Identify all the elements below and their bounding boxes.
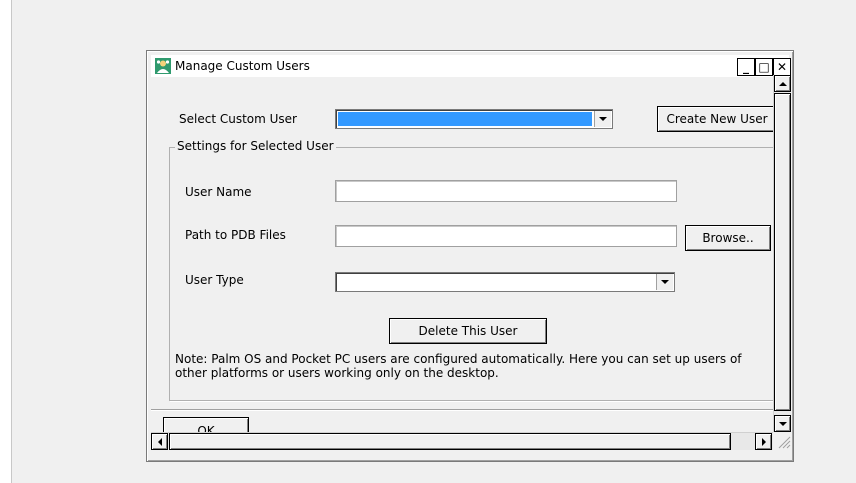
manage-custom-users-window: Manage Custom Users _ □ ✕ Select Custom … [146,50,794,462]
chevron-down-icon[interactable] [656,274,673,290]
delete-this-user-button[interactable]: Delete This User [389,318,547,344]
create-new-user-button[interactable]: Create New User [657,106,777,132]
browse-button[interactable]: Browse.. [685,225,771,251]
title-bar[interactable]: Manage Custom Users _ □ ✕ [151,55,791,77]
horizontal-scrollbar[interactable] [151,432,773,450]
user-name-label: User Name [185,185,252,199]
path-to-pdb-input[interactable] [335,225,677,247]
size-grip-icon[interactable] [775,433,791,449]
select-custom-user-label: Select Custom User [179,112,297,126]
path-to-pdb-label: Path to PDB Files [185,228,286,242]
vertical-scrollbar[interactable] [773,75,791,432]
arrow-up-icon [778,81,787,86]
close-icon: ✕ [776,60,788,74]
minimize-icon: _ [743,60,749,74]
scroll-down-button[interactable] [774,415,791,432]
arrow-down-icon [778,421,787,426]
note-text: Note: Palm OS and Pocket PC users are co… [175,352,742,380]
selected-value-highlight [338,112,592,126]
left-desktop-strip [0,0,12,483]
user-type-combo[interactable] [335,272,675,292]
close-button[interactable]: ✕ [773,58,791,76]
footer-separator [151,409,773,411]
window-title: Manage Custom Users [175,59,310,73]
user-name-input[interactable] [335,180,677,202]
horizontal-scroll-thumb[interactable] [169,433,731,450]
minimize-button[interactable]: _ [737,58,755,76]
scroll-up-button[interactable] [774,75,791,92]
maximize-button[interactable]: □ [755,58,773,76]
scroll-right-button[interactable] [755,433,772,450]
select-custom-user-combo[interactable] [335,109,613,129]
user-type-label: User Type [185,273,244,287]
arrow-right-icon [761,437,766,446]
maximize-icon: □ [758,60,770,74]
vertical-scroll-thumb[interactable] [774,93,791,411]
chevron-down-icon[interactable] [594,111,611,127]
settings-group-title: Settings for Selected User [175,139,336,153]
palm-desktop-user-icon [155,58,171,74]
scroll-left-button[interactable] [151,433,168,450]
arrow-left-icon [157,437,162,446]
